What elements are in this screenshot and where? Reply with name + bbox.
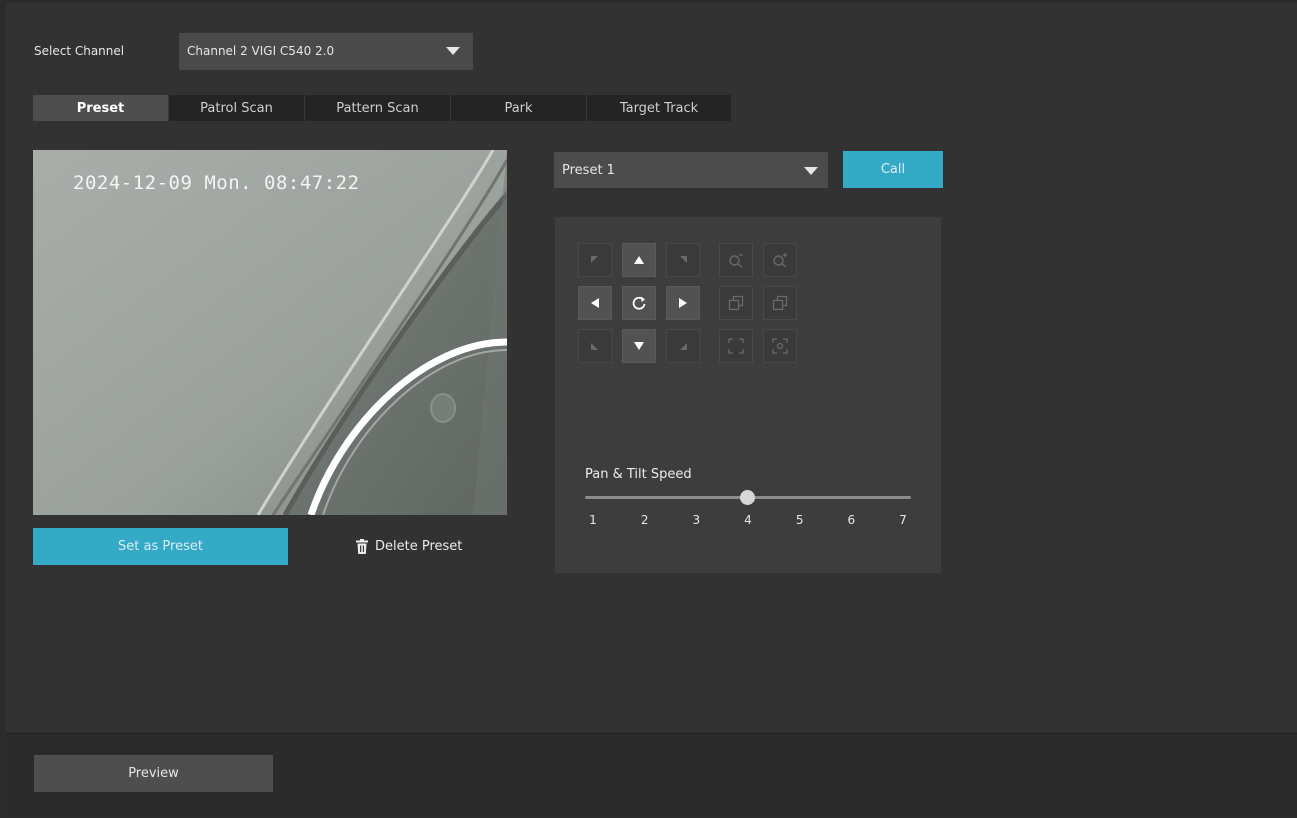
- arrow-up-icon: [634, 256, 644, 264]
- ptz-reset-button[interactable]: [622, 286, 656, 320]
- preview-button[interactable]: Preview: [34, 755, 273, 792]
- live-video: 2024-12-09 Mon. 08:47:22: [33, 150, 507, 515]
- focus-far-button[interactable]: [763, 286, 797, 320]
- pan-up-left-button[interactable]: [578, 243, 612, 277]
- ptz-tabs: Preset Patrol Scan Pattern Scan Park Tar…: [33, 95, 731, 121]
- set-as-preset-button[interactable]: Set as Preset: [33, 528, 288, 565]
- zoom-in-button[interactable]: [763, 243, 797, 277]
- focus-near-button[interactable]: [719, 286, 753, 320]
- refresh-icon: [632, 296, 646, 310]
- iris-close-icon: [728, 338, 744, 354]
- pan-up-right-button[interactable]: [666, 243, 700, 277]
- camera-image: [33, 150, 507, 515]
- focus-near-icon: [728, 295, 744, 311]
- video-timestamp: 2024-12-09 Mon. 08:47:22: [73, 172, 360, 194]
- call-preset-button[interactable]: Call: [843, 151, 943, 188]
- delete-preset-button[interactable]: Delete Preset: [355, 539, 462, 554]
- slider-thumb[interactable]: [740, 490, 755, 505]
- tab-target-track[interactable]: Target Track: [587, 95, 731, 121]
- ptz-control-panel: Pan & Tilt Speed 1 2 3 4 5 6 7: [555, 217, 941, 573]
- pan-tilt-speed-slider[interactable]: [585, 490, 911, 505]
- delete-preset-label: Delete Preset: [375, 539, 463, 554]
- arrow-down-right-icon: [680, 343, 687, 350]
- speed-tick: 4: [744, 513, 752, 527]
- chevron-down-icon: [804, 167, 818, 175]
- zoom-in-icon: [773, 253, 787, 268]
- arrow-up-right-icon: [680, 256, 687, 263]
- arrow-left-icon: [591, 298, 599, 308]
- arrow-up-left-icon: [591, 256, 598, 263]
- pan-down-right-button[interactable]: [666, 329, 700, 363]
- arrow-down-icon: [634, 342, 644, 350]
- pan-right-button[interactable]: [666, 286, 700, 320]
- arrow-down-left-icon: [591, 343, 598, 350]
- speed-tick: 2: [640, 513, 649, 527]
- iris-open-button[interactable]: [763, 329, 797, 363]
- select-channel-label: Select Channel: [34, 44, 125, 58]
- preset-dropdown-value: Preset 1: [562, 163, 615, 178]
- pan-left-button[interactable]: [578, 286, 612, 320]
- iris-open-icon: [772, 338, 788, 354]
- tab-park[interactable]: Park: [451, 95, 587, 121]
- arrow-right-icon: [679, 298, 687, 308]
- preset-dropdown[interactable]: Preset 1: [554, 152, 828, 188]
- pan-down-left-button[interactable]: [578, 329, 612, 363]
- speed-tick: 3: [692, 513, 701, 527]
- tilt-down-button[interactable]: [622, 329, 656, 363]
- tab-patrol-scan[interactable]: Patrol Scan: [169, 95, 305, 121]
- focus-far-icon: [772, 295, 788, 311]
- chevron-down-icon: [446, 47, 460, 55]
- channel-dropdown[interactable]: Channel 2 VIGI C540 2.0: [179, 33, 473, 70]
- iris-close-button[interactable]: [719, 329, 753, 363]
- tab-pattern-scan[interactable]: Pattern Scan: [305, 95, 451, 121]
- pan-tilt-speed-label: Pan & Tilt Speed: [585, 467, 692, 482]
- trash-icon: [356, 539, 368, 554]
- tilt-up-button[interactable]: [622, 243, 656, 277]
- tab-preset[interactable]: Preset: [33, 95, 169, 121]
- speed-tick: 1: [589, 513, 597, 527]
- speed-tick: 6: [847, 513, 856, 527]
- zoom-out-icon: [729, 254, 743, 268]
- speed-tick: 7: [899, 513, 907, 527]
- zoom-out-button[interactable]: [719, 243, 753, 277]
- speed-tick: 5: [795, 513, 804, 527]
- channel-dropdown-value: Channel 2 VIGI C540 2.0: [187, 44, 335, 58]
